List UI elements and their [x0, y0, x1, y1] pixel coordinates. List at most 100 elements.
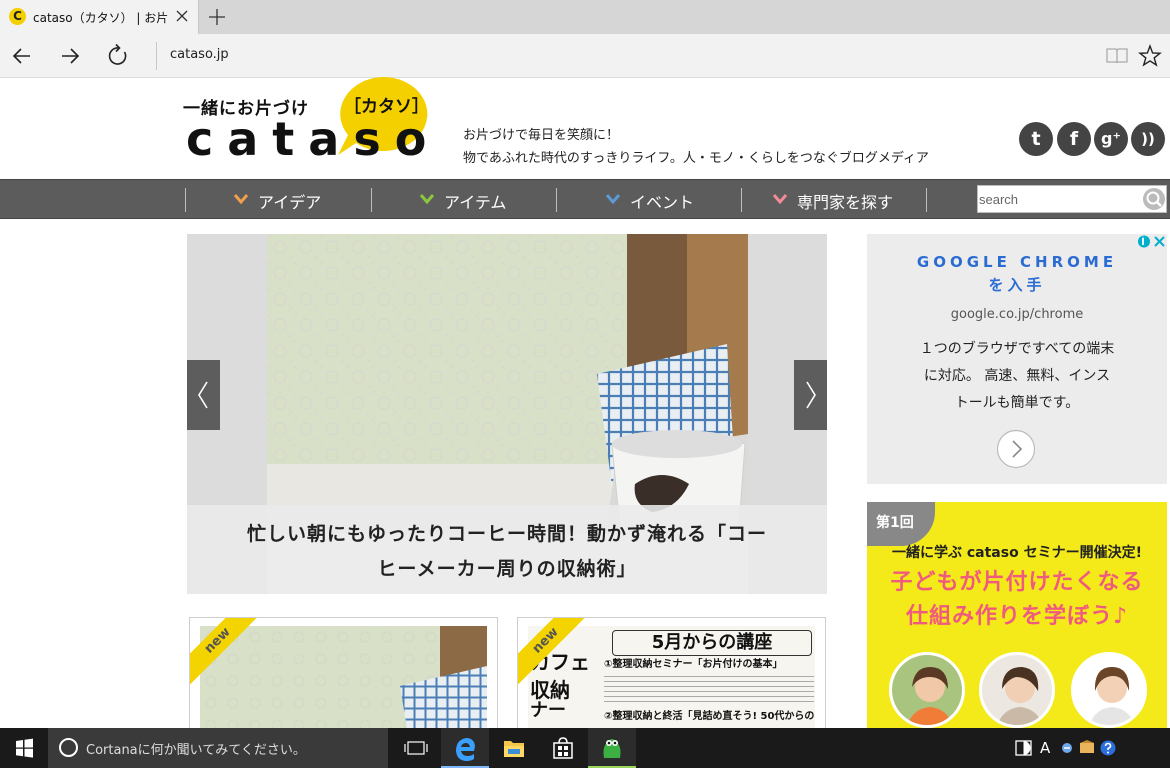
person-photo-icon: [892, 655, 962, 725]
search-icon[interactable]: [1142, 187, 1166, 211]
forward-arrow-icon[interactable]: [56, 42, 84, 70]
site-header: 一緒にお片づけ ［カタソ］ cataso お片づけで毎日を笑顔に！ 物であふれた…: [0, 76, 1170, 179]
thumbnail-item-2: ②整理収納と終活「見詰め直そう! 50代からの心とモノの整理」: [604, 711, 814, 722]
edge-icon: [456, 738, 475, 761]
featured-caption[interactable]: 忙しい朝にもゆったりコーヒー時間！動かず淹れる「コー ヒーメーカー周りの収納術」: [187, 505, 827, 594]
frog-app-icon: [603, 739, 621, 758]
windows-taskbar: Cortanaに何か聞いてみてください。 A: [0, 728, 1170, 768]
ad-title: GOOGLE CHROME を入手: [867, 251, 1167, 297]
help-icon[interactable]: [1098, 738, 1118, 758]
rss-icon[interactable]: )): [1131, 122, 1165, 156]
person-photo-icon: [982, 655, 1052, 725]
cortana-search[interactable]: Cortanaに何か聞いてみてください。: [48, 728, 388, 768]
slider-next-button[interactable]: [794, 360, 827, 430]
facebook-icon[interactable]: f: [1057, 122, 1091, 156]
nav-label: アイデア: [258, 193, 322, 212]
featured-title-line-2: ヒーメーカー周りの収納術」: [377, 558, 637, 580]
nav-label: 専門家を探す: [797, 193, 894, 212]
new-tab-plus-icon[interactable]: [205, 5, 229, 29]
tagline-line-2: 物であふれた時代のすっきりライフ。人・モノ・くらしをつなぐブログメディア: [463, 151, 929, 166]
nav-divider: [371, 188, 372, 212]
article-card[interactable]: 5月からの講座 カフェ 収納 ナー ①整理収納セミナー「お片付けの基本」 ②整理…: [517, 617, 826, 737]
nav-divider: [556, 188, 557, 212]
file-explorer-icon[interactable]: [490, 728, 538, 768]
ad-body: １つのブラウザですべての端末 に対応。 高速、無料、インス トールも簡単です。: [867, 336, 1167, 417]
nav-item-item[interactable]: アイテム: [419, 180, 529, 218]
nav-label: イベント: [630, 193, 695, 212]
seminar-ad[interactable]: 第1回 一緒に学ぶ cataso セミナー開催決定! 子どもが片付けたくなる 仕…: [867, 502, 1167, 732]
seminar-catch-line-1: 子どもが片付けたくなる: [890, 570, 1144, 595]
chrome-ad[interactable]: GOOGLE CHROME を入手 google.co.jp/chrome １つ…: [867, 234, 1167, 484]
nav-divider: [926, 188, 927, 212]
edge-taskbar-button[interactable]: [441, 728, 489, 768]
chevron-down-icon: [772, 194, 788, 205]
google-plus-icon[interactable]: g⁺: [1094, 122, 1128, 156]
cortana-placeholder: Cortanaに何か聞いてみてください。: [86, 743, 306, 758]
refresh-icon[interactable]: [104, 42, 132, 70]
instructor-photo: [1071, 652, 1147, 728]
ime-mode-icon[interactable]: [1013, 738, 1035, 758]
ad-body-line-3: トールも簡単です。: [954, 395, 1080, 411]
slider-prev-button[interactable]: [187, 360, 220, 430]
ad-body-line-1: １つのブラウザですべての端末: [919, 341, 1115, 357]
screen: C cataso（カタソ） | お片付 cataso.jp 一緒にお片づけ ［カ…: [0, 0, 1170, 768]
featured-slider[interactable]: 忙しい朝にもゆったりコーヒー時間！動かず淹れる「コー ヒーメーカー周りの収納術」: [187, 234, 827, 594]
store-icon[interactable]: [539, 728, 587, 768]
site-logo[interactable]: cataso: [186, 114, 440, 164]
back-arrow-icon[interactable]: [8, 42, 36, 70]
seminar-catch-line-2: 仕組み作りを学ぼう♪: [905, 604, 1129, 629]
windows-start-icon[interactable]: [0, 728, 48, 768]
chevron-left-icon: [198, 381, 208, 409]
tab-close-icon[interactable]: [172, 6, 192, 26]
nav-divider: [185, 188, 186, 212]
site-favicon: C: [9, 8, 26, 25]
task-view-icon[interactable]: [392, 728, 440, 768]
favorite-star-icon[interactable]: [1137, 43, 1163, 69]
featured-title: 忙しい朝にもゆったりコーヒー時間！動かず淹れる「コー ヒーメーカー周りの収納術」: [187, 505, 827, 587]
adchoices-icon[interactable]: [1137, 234, 1167, 249]
ad-body-line-2: に対応。 高速、無料、インス: [923, 368, 1111, 384]
site-tagline: お片づけで毎日を笑顔に！ 物であふれた時代のすっきりライフ。人・モノ・くらしをつ…: [463, 124, 929, 170]
nav-item-event[interactable]: イベント: [605, 180, 715, 218]
app-taskbar-button[interactable]: [588, 728, 636, 768]
article-thumbnail[interactable]: [200, 626, 487, 737]
thumbnail-item-1: ①整理収納セミナー「お片付けの基本」: [604, 659, 783, 670]
instructor-photo: [889, 652, 965, 728]
seminar-badge: 第1回: [867, 502, 935, 546]
article-card[interactable]: new: [189, 617, 498, 737]
ime-dictionary-icon[interactable]: [1078, 738, 1096, 758]
seminar-headline: 一緒に学ぶ cataso セミナー開催決定!: [892, 545, 1142, 561]
reading-view-icon[interactable]: [1104, 44, 1130, 68]
browser-tab[interactable]: C cataso（カタソ） | お片付: [0, 0, 199, 34]
ad-url: google.co.jp/chrome: [950, 307, 1084, 322]
url-text[interactable]: cataso.jp: [170, 47, 229, 62]
featured-title-line-1: 忙しい朝にもゆったりコーヒー時間！動かず淹れる「コー: [246, 523, 767, 545]
address-separator: [156, 42, 157, 70]
cortana-icon: [59, 738, 78, 757]
ime-input-indicator[interactable]: A: [1040, 738, 1054, 758]
instructor-photo: [979, 652, 1055, 728]
twitter-icon[interactable]: t: [1019, 122, 1053, 156]
site-search: [977, 185, 1167, 213]
thumbnail-body: [604, 672, 814, 702]
ad-title-line-2: を入手: [988, 276, 1046, 294]
nav-divider: [741, 188, 742, 212]
nav-label: アイテム: [444, 193, 507, 212]
nav-item-idea[interactable]: アイデア: [233, 180, 343, 218]
article-thumbnail[interactable]: 5月からの講座 カフェ 収納 ナー ①整理収納セミナー「お片付けの基本」 ②整理…: [528, 626, 815, 736]
browser-tab-bar: C cataso（カタソ） | お片付: [0, 0, 1170, 34]
search-input[interactable]: [979, 188, 1139, 210]
thumbnail-side-2: 収納: [530, 678, 570, 702]
thumbnail-side-3: ナー: [530, 700, 566, 721]
tab-title: cataso（カタソ） | お片付: [33, 11, 168, 25]
nav-item-find-expert[interactable]: 専門家を探す: [772, 180, 922, 218]
ime-settings-icon[interactable]: [1058, 738, 1076, 758]
person-photo-icon: [1074, 655, 1144, 725]
thumbnail-title: 5月からの講座: [612, 630, 812, 656]
chevron-right-icon: [806, 381, 816, 409]
chevron-down-icon: [233, 194, 249, 205]
chevron-down-icon: [605, 194, 621, 205]
chevron-down-icon: [419, 194, 435, 205]
ad-go-button[interactable]: [996, 429, 1036, 469]
tagline-line-1: お片づけで毎日を笑顔に！: [463, 128, 620, 143]
